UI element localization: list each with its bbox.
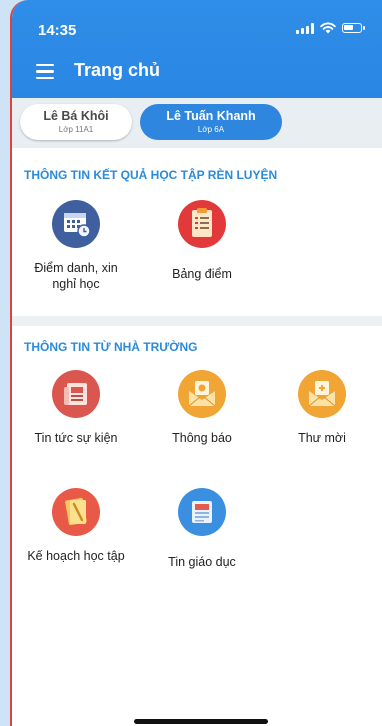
invitation-envelope-icon: [298, 370, 346, 418]
page-title: Trang chủ: [74, 60, 161, 80]
item-label: Kế hoạch học tập: [27, 549, 125, 563]
tab-student-name: Lê Tuấn Khanh: [166, 108, 256, 123]
item-label: Tin tức sự kiện: [34, 431, 118, 445]
notification-item[interactable]: Thông báo: [148, 370, 256, 446]
section-title-school-info: THÔNG TIN TỪ NHÀ TRƯỜNG: [24, 340, 198, 354]
phone-screen: 14:35 Trang chủ Lê Bá Khôi Lớp 11A1 Lê T…: [10, 0, 382, 726]
battery-icon: [342, 23, 365, 33]
scoreboard-icon: [178, 200, 226, 248]
tab-student-class: Lớp 6A: [197, 124, 225, 134]
tab-student-name: Lê Bá Khôi: [43, 108, 109, 123]
status-icons: [296, 22, 365, 34]
item-label: Tin giáo dục: [168, 555, 236, 569]
scoreboard-item[interactable]: Bảng điểm: [148, 200, 256, 282]
newspaper-icon: [52, 370, 100, 418]
notification-envelope-icon: [178, 370, 226, 418]
home-indicator[interactable]: [134, 719, 268, 724]
hamburger-menu-icon[interactable]: [36, 64, 54, 80]
news-events-item[interactable]: Tin tức sự kiện: [22, 370, 130, 446]
app-header: 14:35 Trang chủ: [12, 0, 382, 98]
student-tabs: Lê Bá Khôi Lớp 11A1 Lê Tuấn Khanh Lớp 6A: [12, 98, 382, 148]
attendance-leave-item[interactable]: Điểm danh, xin nghỉ học: [22, 200, 130, 292]
tab-student-le-tuan-khanh[interactable]: Lê Tuấn Khanh Lớp 6A: [140, 104, 282, 140]
signal-icon: [296, 22, 314, 34]
calendar-clock-icon: [52, 200, 100, 248]
tab-student-le-ba-khoi[interactable]: Lê Bá Khôi Lớp 11A1: [20, 104, 132, 140]
invitation-item[interactable]: Thư mời: [268, 370, 376, 446]
item-label: Thông báo: [172, 431, 232, 445]
study-plan-icon: [52, 488, 100, 536]
item-label: Thư mời: [298, 431, 346, 445]
status-time: 14:35: [38, 22, 77, 39]
wifi-icon: [320, 22, 336, 34]
section-title-learning-results: THÔNG TIN KẾT QUẢ HỌC TẬP RÈN LUYỆN: [24, 168, 278, 182]
education-news-icon: [178, 488, 226, 536]
study-plan-item[interactable]: Kế hoạch học tập: [22, 488, 130, 564]
tab-student-class: Lớp 11A1: [58, 124, 94, 134]
education-news-item[interactable]: Tin giáo dục: [148, 488, 256, 570]
item-label: Bảng điểm: [172, 267, 232, 281]
item-label: Điểm danh, xin nghỉ học: [34, 261, 118, 291]
section-divider: [12, 316, 382, 326]
